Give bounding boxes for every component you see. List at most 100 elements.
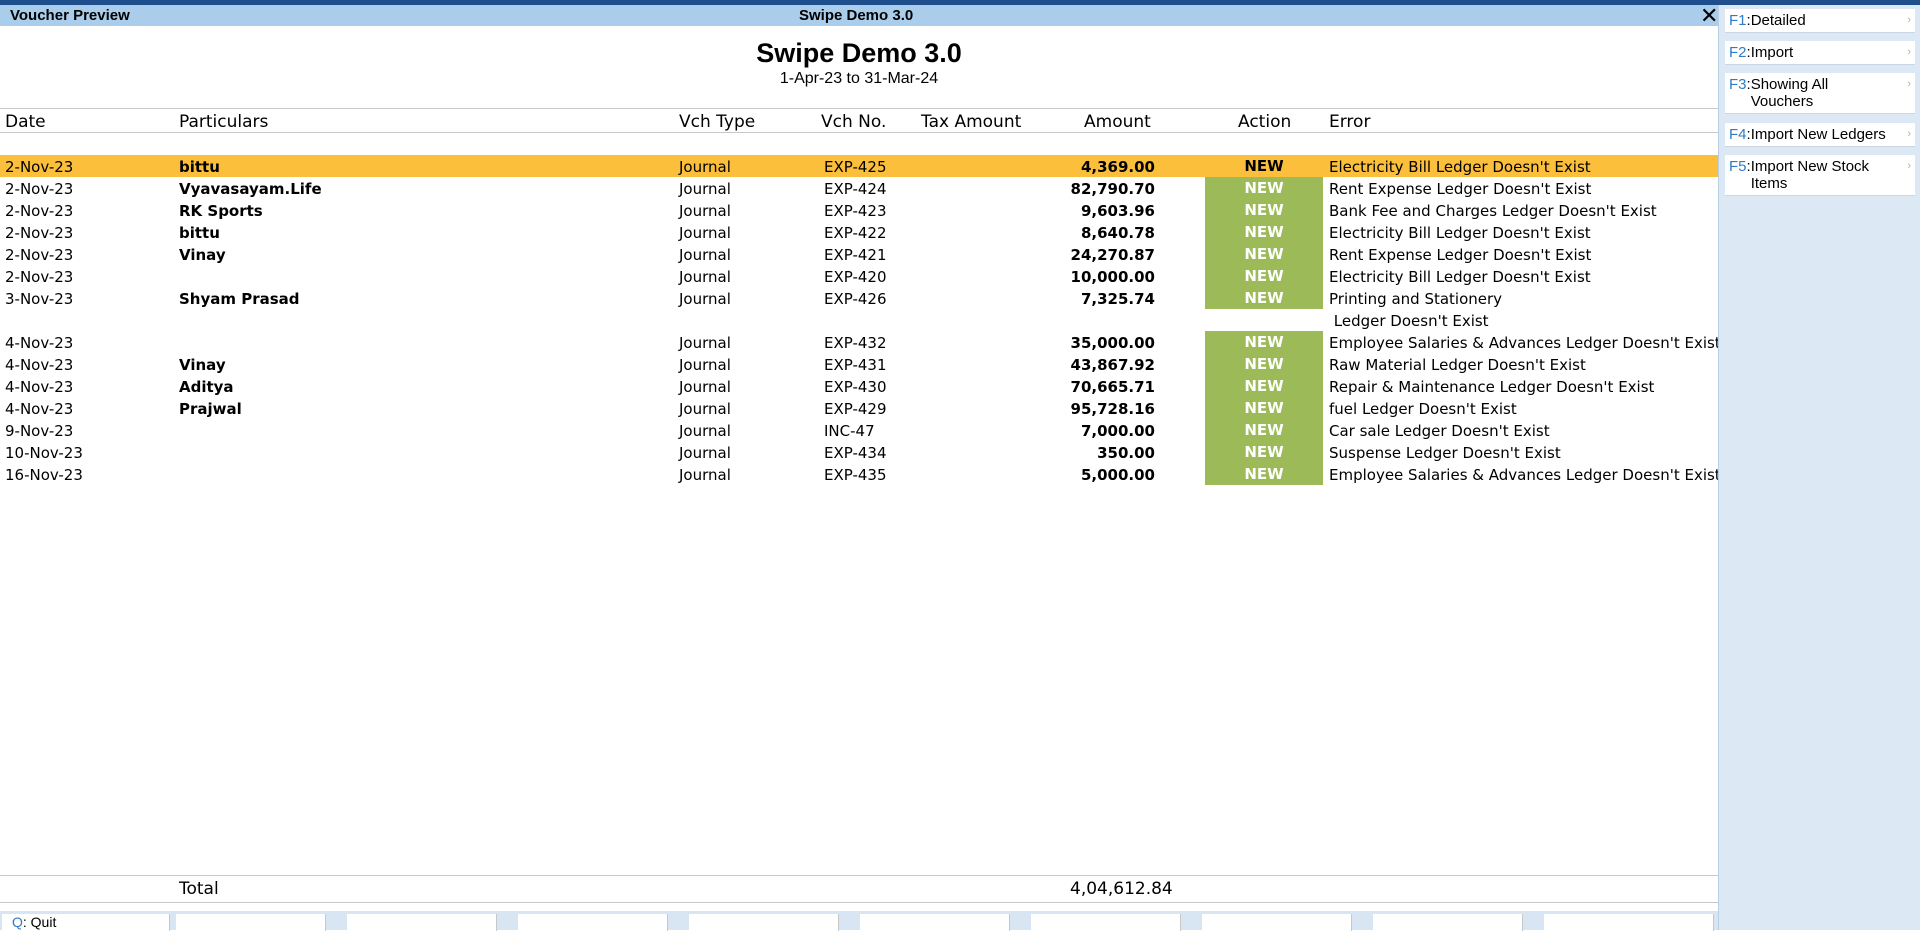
row-amount: 350.00 — [1097, 444, 1155, 462]
title-bar: Voucher Preview Swipe Demo 3.0 ✕ — [0, 3, 1718, 28]
row-error: Employee Salaries & Advances Ledger Does… — [1329, 334, 1721, 352]
quit-label: Quit — [30, 914, 57, 930]
sidebar-button-detailed[interactable]: F1:Detailed › — [1725, 9, 1915, 33]
row-error: Bank Fee and Charges Ledger Doesn't Exis… — [1329, 202, 1657, 220]
bottom-slot-empty[interactable] — [689, 914, 839, 931]
row-particulars: Vyavasayam.Life — [179, 180, 322, 198]
col-header-amount: Amount — [1084, 112, 1151, 132]
row-error: Rent Expense Ledger Doesn't Exist — [1329, 180, 1592, 198]
col-header-tax-amount: Tax Amount — [921, 112, 1022, 132]
table-row[interactable]: 2-Nov-23 Vinay Journal EXP-421 24,270.87 NEW R… — [0, 243, 1718, 265]
table-row[interactable]: 4-Nov-23 Prajwal Journal EXP-429 95,728.16 NE… — [0, 397, 1718, 419]
table-row[interactable]: 2-Nov-23 RK Sports Journal EXP-423 9,603.96 N… — [0, 199, 1718, 221]
row-vch-type: Journal — [679, 422, 731, 440]
total-divider — [0, 875, 1718, 876]
row-action-badge: NEW — [1205, 221, 1323, 243]
row-amount: 24,270.87 — [1070, 246, 1155, 264]
row-error: fuel Ledger Doesn't Exist — [1329, 400, 1517, 418]
row-error: Electricity Bill Ledger Doesn't Exist — [1329, 268, 1591, 286]
sidebar-label: Import New Ledgers — [1750, 126, 1886, 143]
table-row[interactable]: 4-Nov-23 Vinay Journal EXP-431 43,867.92 NEW R… — [0, 353, 1718, 375]
row-particulars: bittu — [179, 158, 220, 176]
row-amount: 82,790.70 — [1070, 180, 1155, 198]
total-amount: 4,04,612.84 — [1070, 879, 1173, 899]
bottom-slot-empty[interactable] — [860, 914, 1010, 931]
row-amount: 7,000.00 — [1080, 422, 1155, 440]
row-vch-no: EXP-420 — [824, 268, 887, 286]
row-amount: 7,325.74 — [1080, 290, 1155, 308]
sidebar-label: Detailed — [1750, 12, 1806, 29]
table-row[interactable]: 3-Nov-23 Shyam Prasad Journal EXP-426 7,325.… — [0, 287, 1718, 331]
row-vch-no: EXP-429 — [824, 400, 887, 418]
row-particulars: Vinay — [179, 246, 226, 264]
table-row[interactable]: 10-Nov-23 Journal EXP-434 350.00 NEW Suspense… — [0, 441, 1718, 463]
row-amount: 5,000.00 — [1080, 466, 1155, 484]
col-header-date: Date — [5, 112, 46, 132]
row-vch-type: Journal — [679, 378, 731, 396]
row-particulars: RK Sports — [179, 202, 263, 220]
bottom-slot-empty[interactable] — [1373, 914, 1523, 931]
row-action-badge: NEW — [1205, 199, 1323, 221]
row-amount: 8,640.78 — [1080, 224, 1155, 242]
bottom-slot-empty[interactable] — [1544, 914, 1714, 931]
report-company-name: Swipe Demo 3.0 — [756, 38, 962, 68]
row-date: 2-Nov-23 — [5, 180, 74, 198]
row-date: 4-Nov-23 — [5, 400, 74, 418]
col-header-vch-type: Vch Type — [679, 112, 756, 132]
sidebar-button-showing-all-vouchers[interactable]: F3:Showing All Vouchers › — [1725, 73, 1915, 114]
bottom-slot-empty[interactable] — [1031, 914, 1181, 931]
row-date: 16-Nov-23 — [5, 466, 83, 484]
table-row[interactable]: 2-Nov-23 bittu Journal EXP-425 4,369.00 NEW El… — [0, 155, 1718, 177]
row-action-badge: NEW — [1205, 397, 1323, 419]
bottom-slot-empty[interactable] — [518, 914, 668, 931]
row-vch-type: Journal — [679, 202, 731, 220]
row-vch-type: Journal — [679, 180, 731, 198]
chevron-right-icon: › — [1907, 14, 1911, 26]
row-amount: 43,867.92 — [1070, 356, 1155, 374]
row-vch-no: EXP-430 — [824, 378, 887, 396]
row-amount: 4,369.00 — [1080, 158, 1155, 176]
table-row[interactable]: 2-Nov-23 bittu Journal EXP-422 8,640.78 NEW El… — [0, 221, 1718, 243]
row-vch-no: EXP-421 — [824, 246, 887, 264]
row-date: 4-Nov-23 — [5, 378, 74, 396]
row-particulars: Vinay — [179, 356, 226, 374]
col-header-particulars: Particulars — [179, 112, 269, 132]
table-row[interactable]: 4-Nov-23 Journal EXP-432 35,000.00 NEW Employ… — [0, 331, 1721, 353]
table-row[interactable]: 4-Nov-23 Aditya Journal EXP-430 70,665.71 NEW… — [0, 375, 1718, 397]
row-date: 2-Nov-23 — [5, 246, 74, 264]
total-label: Total — [179, 879, 219, 899]
sidebar-button-import-new-ledgers[interactable]: F4:Import New Ledgers › — [1725, 123, 1915, 147]
bottom-slot-empty[interactable] — [1202, 914, 1352, 931]
table-row[interactable]: 16-Nov-23 Journal EXP-435 5,000.00 NEW Employ… — [0, 463, 1721, 485]
sidebar-button-import[interactable]: F2:Import › — [1725, 41, 1915, 65]
bottom-slot-empty[interactable] — [176, 914, 326, 931]
row-date: 4-Nov-23 — [5, 334, 74, 352]
report-period: 1-Apr-23 to 31-Mar-24 — [779, 70, 939, 87]
table-row[interactable]: 2-Nov-23 Vyavasayam.Life Journal EXP-424 82,… — [0, 177, 1718, 199]
row-vch-no: EXP-426 — [824, 290, 887, 308]
row-date: 4-Nov-23 — [5, 356, 74, 374]
row-vch-type: Journal — [679, 290, 731, 308]
row-vch-type: Journal — [679, 246, 731, 264]
sidebar-button-import-new-stock-items[interactable]: F5:Import New Stock Items › — [1725, 155, 1915, 196]
row-action-badge: NEW — [1205, 353, 1323, 375]
row-amount: 95,728.16 — [1070, 400, 1155, 418]
row-date: 9-Nov-23 — [5, 422, 74, 440]
row-date: 2-Nov-23 — [5, 202, 74, 220]
row-action-badge: NEW — [1244, 157, 1284, 175]
row-error-continued: Ledger Doesn't Exist — [1329, 312, 1489, 330]
quit-button[interactable]: Q: Quit — [2, 914, 170, 931]
row-amount: 35,000.00 — [1070, 334, 1155, 352]
row-date: 2-Nov-23 — [5, 224, 74, 242]
header-divider-bottom — [0, 132, 1718, 133]
row-amount: 70,665.71 — [1070, 378, 1155, 396]
row-action-badge: NEW — [1205, 441, 1323, 463]
bottom-slot-empty[interactable] — [347, 914, 497, 931]
sidebar-key: F3 — [1729, 76, 1747, 93]
table-row[interactable]: 9-Nov-23 Journal INC-47 7,000.00 NEW Car sale… — [0, 419, 1718, 441]
row-vch-no: EXP-424 — [824, 180, 887, 198]
screen-title: Voucher Preview — [10, 7, 130, 24]
table-row[interactable]: 2-Nov-23 Journal EXP-420 10,000.00 NEW Electr… — [0, 265, 1718, 287]
row-action-badge: NEW — [1205, 265, 1323, 287]
chevron-right-icon: › — [1907, 128, 1911, 140]
